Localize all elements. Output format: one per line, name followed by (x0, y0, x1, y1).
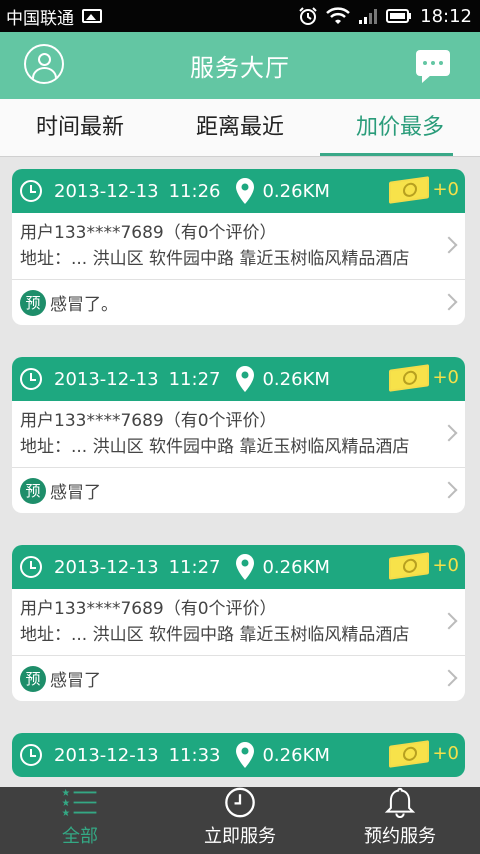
reservation-badge: 预 (20, 477, 46, 504)
money-icon (389, 176, 429, 204)
wifi-icon (326, 7, 350, 24)
chevron-right-icon (440, 293, 458, 310)
location-pin-icon (236, 366, 255, 392)
nav-all[interactable]: 全部 (0, 787, 160, 854)
profile-avatar-icon[interactable] (24, 44, 64, 84)
chevron-right-icon (440, 481, 458, 498)
chevron-right-icon (440, 669, 458, 686)
sort-tabs: 时间最新 距离最近 加价最多 (0, 99, 480, 157)
order-note-row[interactable]: 预 感冒了 (12, 656, 465, 701)
carrier-name: 中国联通 (6, 8, 74, 29)
chevron-right-icon (440, 236, 458, 254)
bottom-navigation: 全部 立即服务 预约服务 (0, 787, 480, 854)
order-time: 11:33 (168, 744, 221, 766)
order-user: 用户133****7689（有0个评价） (20, 599, 277, 619)
order-user-address-row[interactable]: 用户133****7689（有0个评价） 地址：... 洪山区 软件园中路 靠近… (12, 589, 465, 656)
money-icon (389, 552, 429, 580)
chevron-right-icon (440, 424, 458, 442)
clock-icon (20, 180, 42, 202)
order-date: 2013-12-13 (54, 180, 159, 202)
reservation-badge: 预 (20, 665, 46, 692)
order-time: 11:27 (168, 556, 221, 578)
order-card[interactable]: 2013-12-13 11:33 0.26KM +0 (12, 733, 465, 777)
nav-immediate-service-label: 立即服务 (204, 826, 276, 847)
order-card[interactable]: 2013-12-13 11:27 0.26KM +0 用户133****7689… (12, 357, 465, 513)
order-address: 地址：... 洪山区 软件园中路 靠近玉树临风精品酒店 (20, 625, 410, 645)
order-card-header: 2013-12-13 11:26 0.26KM +0 (12, 169, 465, 213)
order-list: 2013-12-13 11:26 0.26KM +0 用户133****7689… (0, 157, 480, 787)
tab-newest[interactable]: 时间最新 (0, 99, 160, 156)
order-distance: 0.26KM (262, 368, 330, 390)
money-icon (389, 364, 429, 392)
nav-scheduled-service[interactable]: 预约服务 (320, 787, 480, 854)
order-distance: 0.26KM (262, 556, 330, 578)
nav-immediate-service[interactable]: 立即服务 (160, 787, 320, 854)
clock-time: 18:12 (420, 5, 472, 27)
order-card-header: 2013-12-13 11:27 0.26KM +0 (12, 545, 465, 589)
clock-icon (20, 744, 42, 766)
order-note: 感冒了。 (50, 295, 118, 315)
chevron-right-icon (440, 612, 458, 630)
order-card[interactable]: 2013-12-13 11:27 0.26KM +0 用户133****7689… (12, 545, 465, 701)
signal-icon (359, 9, 378, 24)
bell-icon (384, 787, 416, 818)
battery-icon (386, 9, 412, 23)
order-date: 2013-12-13 (54, 368, 159, 390)
clock-icon (20, 556, 42, 578)
order-distance: 0.26KM (262, 180, 330, 202)
app-header: 服务大厅 (0, 32, 480, 99)
order-address: 地址：... 洪山区 软件园中路 靠近玉树临风精品酒店 (20, 249, 410, 269)
nav-scheduled-service-label: 预约服务 (364, 826, 436, 847)
money-icon (389, 740, 429, 768)
order-date: 2013-12-13 (54, 556, 159, 578)
order-user: 用户133****7689（有0个评价） (20, 411, 277, 431)
order-time: 11:26 (168, 180, 221, 202)
nav-all-label: 全部 (62, 826, 98, 847)
tab-highest-markup[interactable]: 加价最多 (320, 99, 480, 156)
order-note: 感冒了 (50, 671, 101, 691)
alarm-icon (299, 7, 317, 25)
order-user-address-row[interactable]: 用户133****7689（有0个评价） 地址：... 洪山区 软件园中路 靠近… (12, 213, 465, 280)
page-title: 服务大厅 (190, 54, 290, 82)
price-markup: +0 (432, 179, 459, 200)
order-card-header: 2013-12-13 11:27 0.26KM +0 (12, 357, 465, 401)
price-markup: +0 (432, 555, 459, 576)
order-note-row[interactable]: 预 感冒了。 (12, 280, 465, 325)
order-date: 2013-12-13 (54, 744, 159, 766)
list-icon (62, 788, 97, 816)
message-icon[interactable] (416, 50, 450, 83)
location-pin-icon (236, 554, 255, 580)
clock-icon (20, 368, 42, 390)
order-distance: 0.26KM (262, 744, 330, 766)
location-pin-icon (236, 178, 255, 204)
tab-nearest[interactable]: 距离最近 (160, 99, 320, 156)
order-note: 感冒了 (50, 483, 101, 503)
order-card[interactable]: 2013-12-13 11:26 0.26KM +0 用户133****7689… (12, 169, 465, 325)
order-user: 用户133****7689（有0个评价） (20, 223, 277, 243)
order-time: 11:27 (168, 368, 221, 390)
price-markup: +0 (432, 367, 459, 388)
clock-icon (225, 787, 255, 818)
order-address: 地址：... 洪山区 软件园中路 靠近玉树临风精品酒店 (20, 437, 410, 457)
location-pin-icon (236, 742, 255, 768)
status-bar: 中国联通 18:12 (0, 0, 480, 32)
image-notification-icon (82, 9, 102, 23)
order-card-header: 2013-12-13 11:33 0.26KM +0 (12, 733, 465, 777)
price-markup: +0 (432, 743, 459, 764)
reservation-badge: 预 (20, 289, 46, 316)
order-user-address-row[interactable]: 用户133****7689（有0个评价） 地址：... 洪山区 软件园中路 靠近… (12, 401, 465, 468)
order-note-row[interactable]: 预 感冒了 (12, 468, 465, 513)
